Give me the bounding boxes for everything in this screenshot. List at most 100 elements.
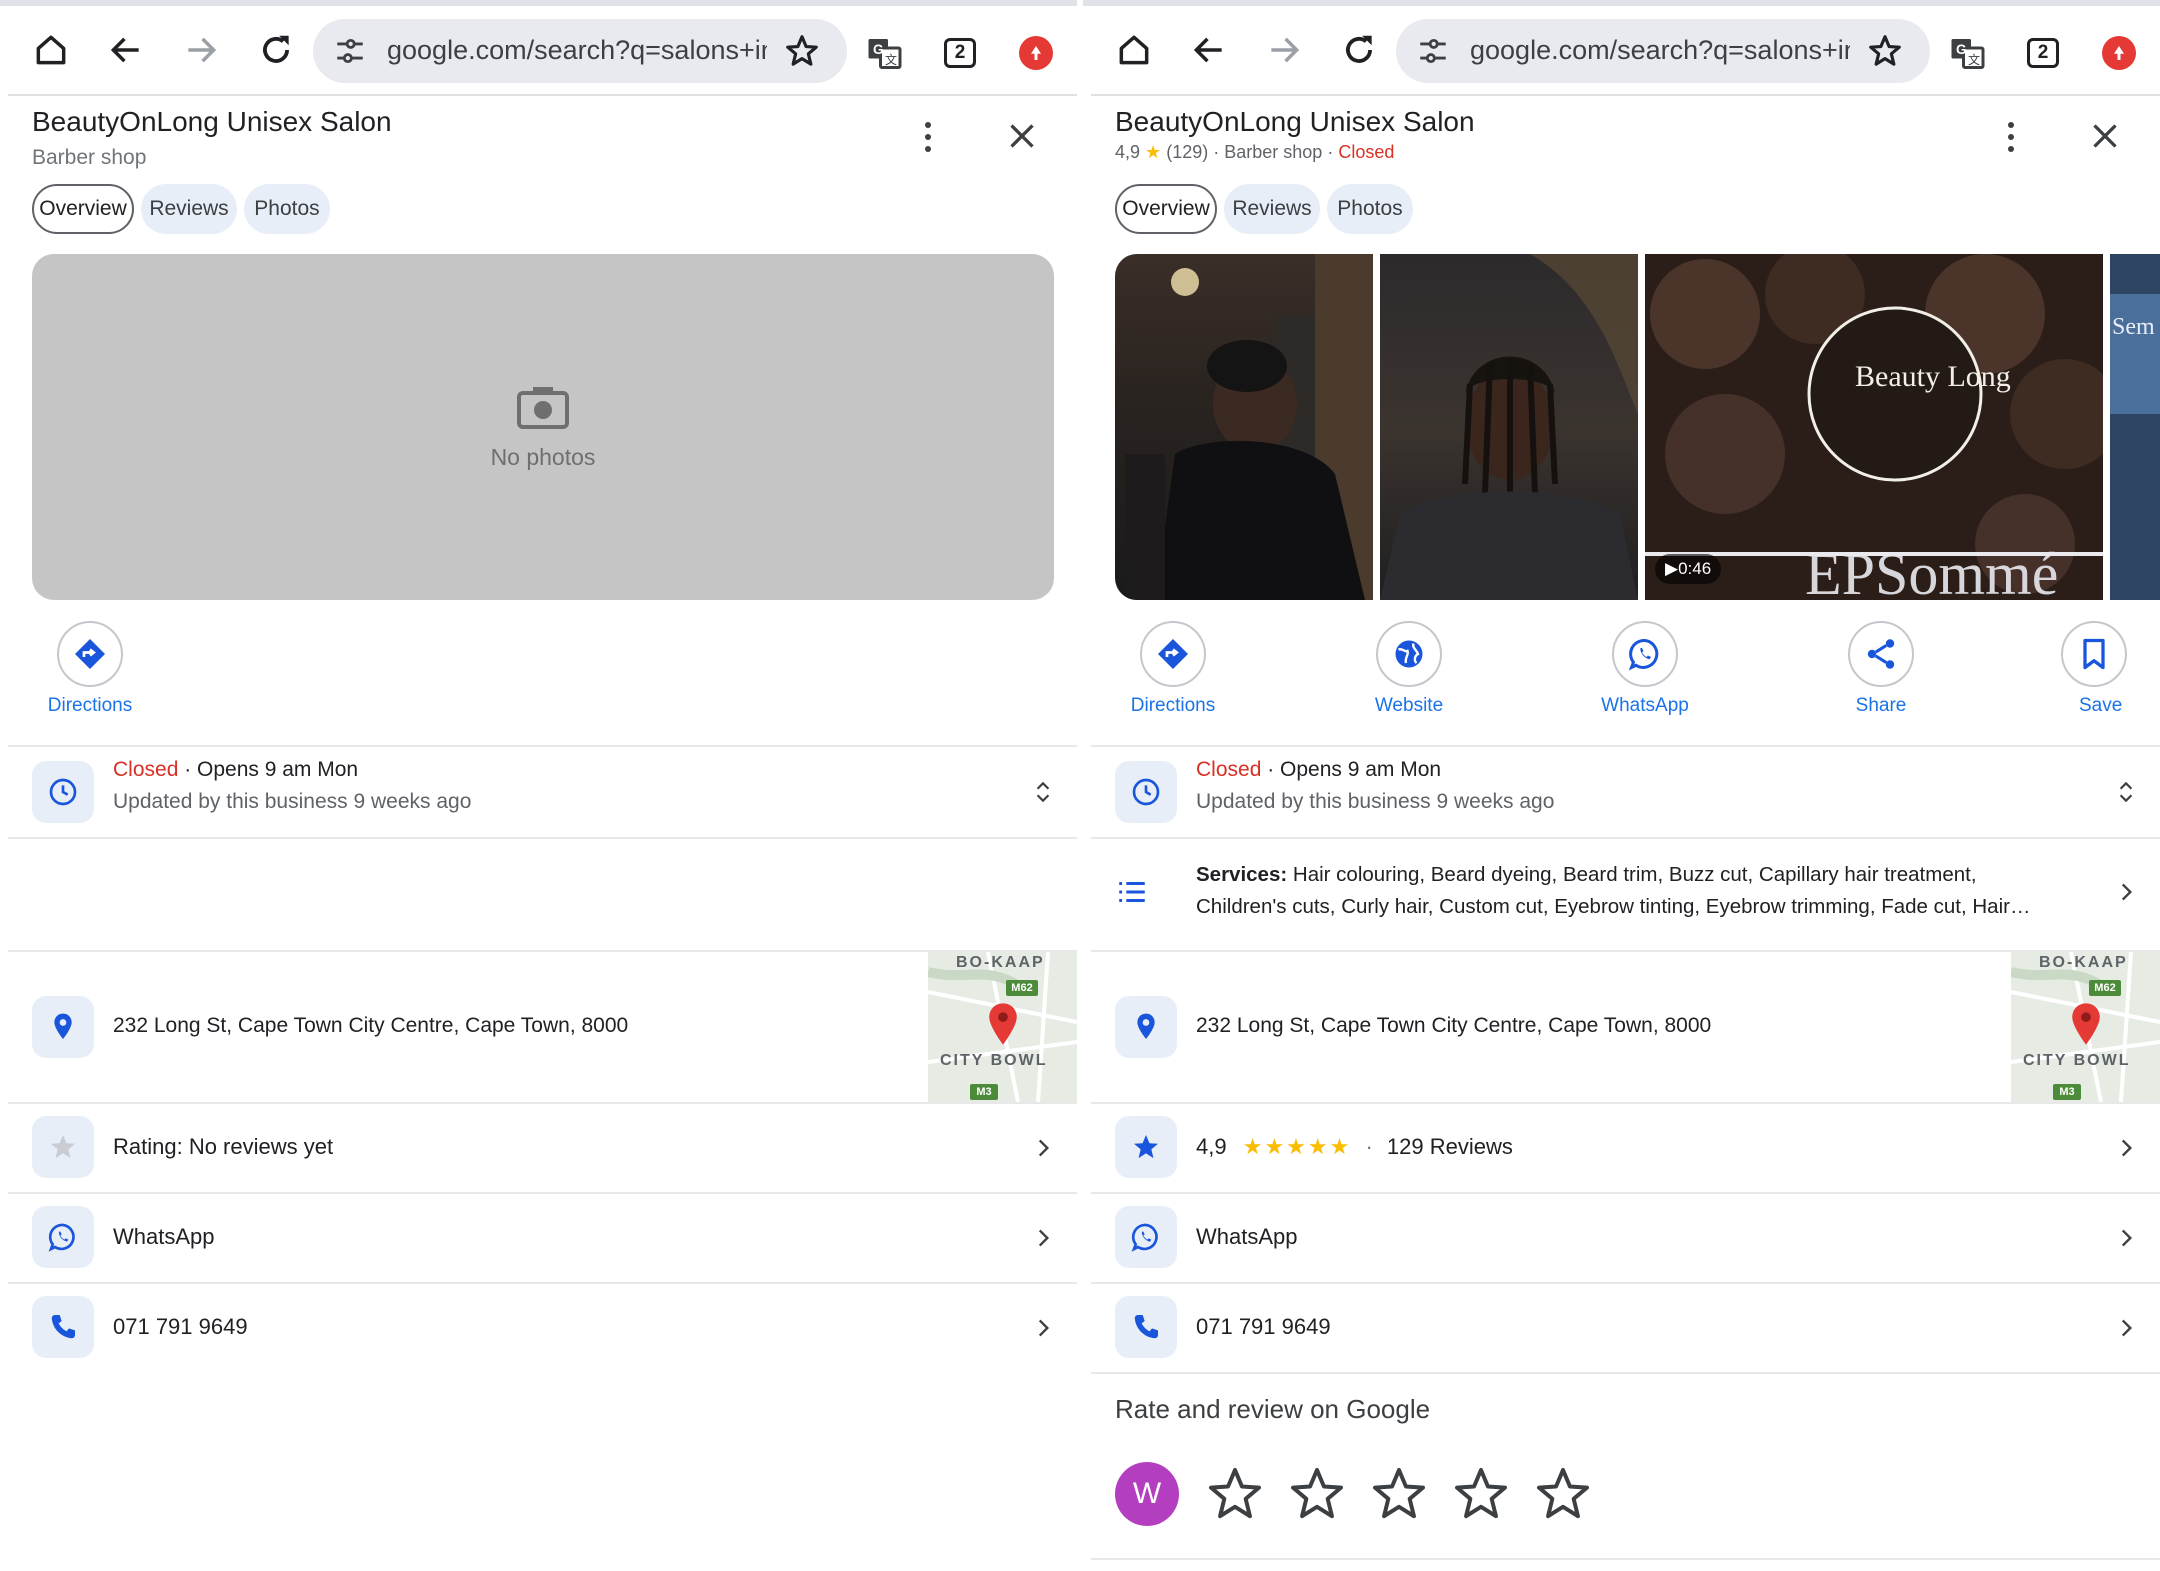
directions-icon [57, 621, 123, 687]
reload-icon[interactable] [251, 25, 301, 75]
map-label-bokaap: BO-KAAP [2039, 954, 2128, 971]
save-button[interactable]: Save [2046, 621, 2160, 717]
business-name: BeautyOnLong Unisex Salon [1115, 106, 1475, 137]
photo-barber-haircut[interactable] [1115, 254, 1373, 600]
business-category: Barber shop [1224, 142, 1323, 162]
photo-sign-text: Beauty Long [1855, 360, 2011, 393]
map-label-citybowl: CITY BOWL [940, 1052, 1048, 1069]
hours-next-open: · Opens 9 am Mon [178, 758, 359, 781]
tab-overview[interactable]: Overview [1115, 184, 1217, 234]
omnibox[interactable]: google.com/search?q=salons+in+ [1396, 19, 1930, 83]
save-label: Save [2079, 695, 2123, 716]
tab-overview[interactable]: Overview [32, 184, 134, 234]
review-count: (129) [1166, 142, 1209, 162]
rating-row[interactable]: 4,9 ★★★★★ · 129 Reviews [1091, 1104, 2160, 1192]
extension-icon[interactable] [2102, 36, 2136, 70]
address-text: 232 Long St, Cape Town City Centre, Cape… [1196, 1014, 1712, 1037]
tab-photos[interactable]: Photos [244, 184, 330, 234]
browser-toolbar: google.com/search?q=salons+in+ G文 2 [1083, 6, 2160, 94]
phone-icon [32, 1296, 94, 1358]
hours-row[interactable]: Closed · Opens 9 am Mon Updated by this … [1091, 747, 2160, 837]
site-settings-icon[interactable] [333, 34, 367, 68]
website-button[interactable]: Website [1339, 621, 1479, 717]
phone-row[interactable]: 071 791 9649 [8, 1284, 1077, 1372]
back-arrow-icon[interactable] [1184, 25, 1234, 75]
share-button[interactable]: Share [1811, 621, 1951, 717]
bookmark-star-icon[interactable] [783, 32, 821, 70]
tab-reviews[interactable]: Reviews [1224, 184, 1320, 234]
photo-braids[interactable] [1380, 254, 1638, 600]
tab-switcher-button[interactable]: 2 [944, 38, 976, 68]
url-text[interactable]: google.com/search?q=salons+in+ [1470, 35, 1850, 66]
tab-switcher-button[interactable]: 2 [2027, 38, 2059, 68]
omnibox[interactable]: google.com/search?q=salons+in+ [313, 19, 847, 83]
chevron-right-icon [1038, 1319, 1050, 1337]
forward-arrow-icon[interactable] [1259, 25, 1309, 75]
tab-photos[interactable]: Photos [1327, 184, 1413, 234]
more-options-icon[interactable] [922, 122, 934, 156]
more-options-icon[interactable] [2005, 122, 2017, 156]
bookmark-star-icon[interactable] [1866, 32, 1904, 70]
translate-icon[interactable]: G文 [1949, 36, 1987, 72]
business-name: BeautyOnLong Unisex Salon [32, 106, 392, 137]
divider [8, 837, 1077, 839]
back-arrow-icon[interactable] [101, 25, 151, 75]
rate-review-title: Rate and review on Google [1115, 1394, 1431, 1424]
close-icon[interactable] [1004, 118, 1040, 154]
rate-star-1-icon[interactable] [1203, 1462, 1267, 1526]
photo-salon-sign-video[interactable]: Beauty Long EPSommé ▶0:46 [1645, 254, 2103, 600]
hours-status: Closed [113, 758, 179, 781]
svg-text:G: G [873, 42, 884, 57]
business-category: Barber shop [32, 146, 147, 169]
road-badge-m3: M3 [970, 1084, 998, 1100]
whatsapp-row[interactable]: WhatsApp [1091, 1194, 2160, 1282]
map-label-citybowl: CITY BOWL [2023, 1052, 2131, 1069]
rate-star-4-icon[interactable] [1449, 1462, 1513, 1526]
share-label: Share [1855, 695, 1907, 716]
hours-updated: Updated by this business 9 weeks ago [113, 790, 472, 813]
photo-carousel[interactable]: Beauty Long EPSommé ▶0:46 Sem [1115, 254, 2160, 600]
whatsapp-button[interactable]: WhatsApp [1575, 621, 1715, 717]
home-icon[interactable] [26, 25, 76, 75]
address-row[interactable]: 232 Long St, Cape Town City Centre, Cape… [8, 952, 1077, 1102]
business-meta: 4,9 ★ (129) · Barber shop · Closed [1115, 142, 1395, 162]
whatsapp-label: WhatsApp [113, 1224, 215, 1249]
home-icon[interactable] [1109, 25, 1159, 75]
whatsapp-icon [32, 1206, 94, 1268]
photo-partial[interactable]: Sem [2110, 254, 2160, 600]
rate-star-3-icon[interactable] [1367, 1462, 1431, 1526]
camera-icon [517, 386, 569, 429]
directions-button[interactable]: Directions [20, 621, 160, 717]
map-thumbnail[interactable]: BO-KAAP CITY BOWL M62 M3 [928, 952, 1077, 1102]
svg-text:文: 文 [1968, 52, 1980, 67]
clock-icon [32, 761, 94, 823]
site-settings-icon[interactable] [1416, 34, 1450, 68]
forward-arrow-icon[interactable] [176, 25, 226, 75]
rating-row[interactable]: Rating: No reviews yet [8, 1104, 1077, 1192]
translate-icon[interactable]: G文 [866, 36, 904, 72]
rate-star-2-icon[interactable] [1285, 1462, 1349, 1526]
expand-icon[interactable] [1030, 779, 1056, 805]
phone-row[interactable]: 071 791 9649 [1091, 1284, 2160, 1372]
hours-row[interactable]: Closed · Opens 9 am Mon Updated by this … [8, 747, 1077, 837]
url-text[interactable]: google.com/search?q=salons+in+ [387, 35, 767, 66]
services-line-1: Hair colouring, Beard dyeing, Beard trim… [1287, 863, 1977, 886]
phone-icon [1115, 1296, 1177, 1358]
whatsapp-row[interactable]: WhatsApp [8, 1194, 1077, 1282]
close-icon[interactable] [2087, 118, 2123, 154]
map-thumbnail[interactable]: BO-KAAP CITY BOWL M62 M3 [2011, 952, 2160, 1102]
reload-icon[interactable] [1334, 25, 1384, 75]
svg-text:文: 文 [885, 52, 897, 67]
review-count-text: 129 Reviews [1386, 1134, 1513, 1159]
tab-reviews[interactable]: Reviews [141, 184, 237, 234]
directions-button[interactable]: Directions [1103, 621, 1243, 717]
services-row[interactable]: Services: Hair colouring, Beard dyeing, … [1091, 839, 2160, 950]
rate-star-5-icon[interactable] [1531, 1462, 1595, 1526]
address-row[interactable]: 232 Long St, Cape Town City Centre, Cape… [1091, 952, 2160, 1102]
avatar[interactable]: W [1115, 1462, 1179, 1526]
extension-icon[interactable] [1019, 36, 1053, 70]
directions-label: Directions [47, 695, 133, 716]
bookmark-icon [2061, 621, 2127, 687]
expand-icon[interactable] [2113, 779, 2139, 805]
directions-icon [1140, 621, 1206, 687]
